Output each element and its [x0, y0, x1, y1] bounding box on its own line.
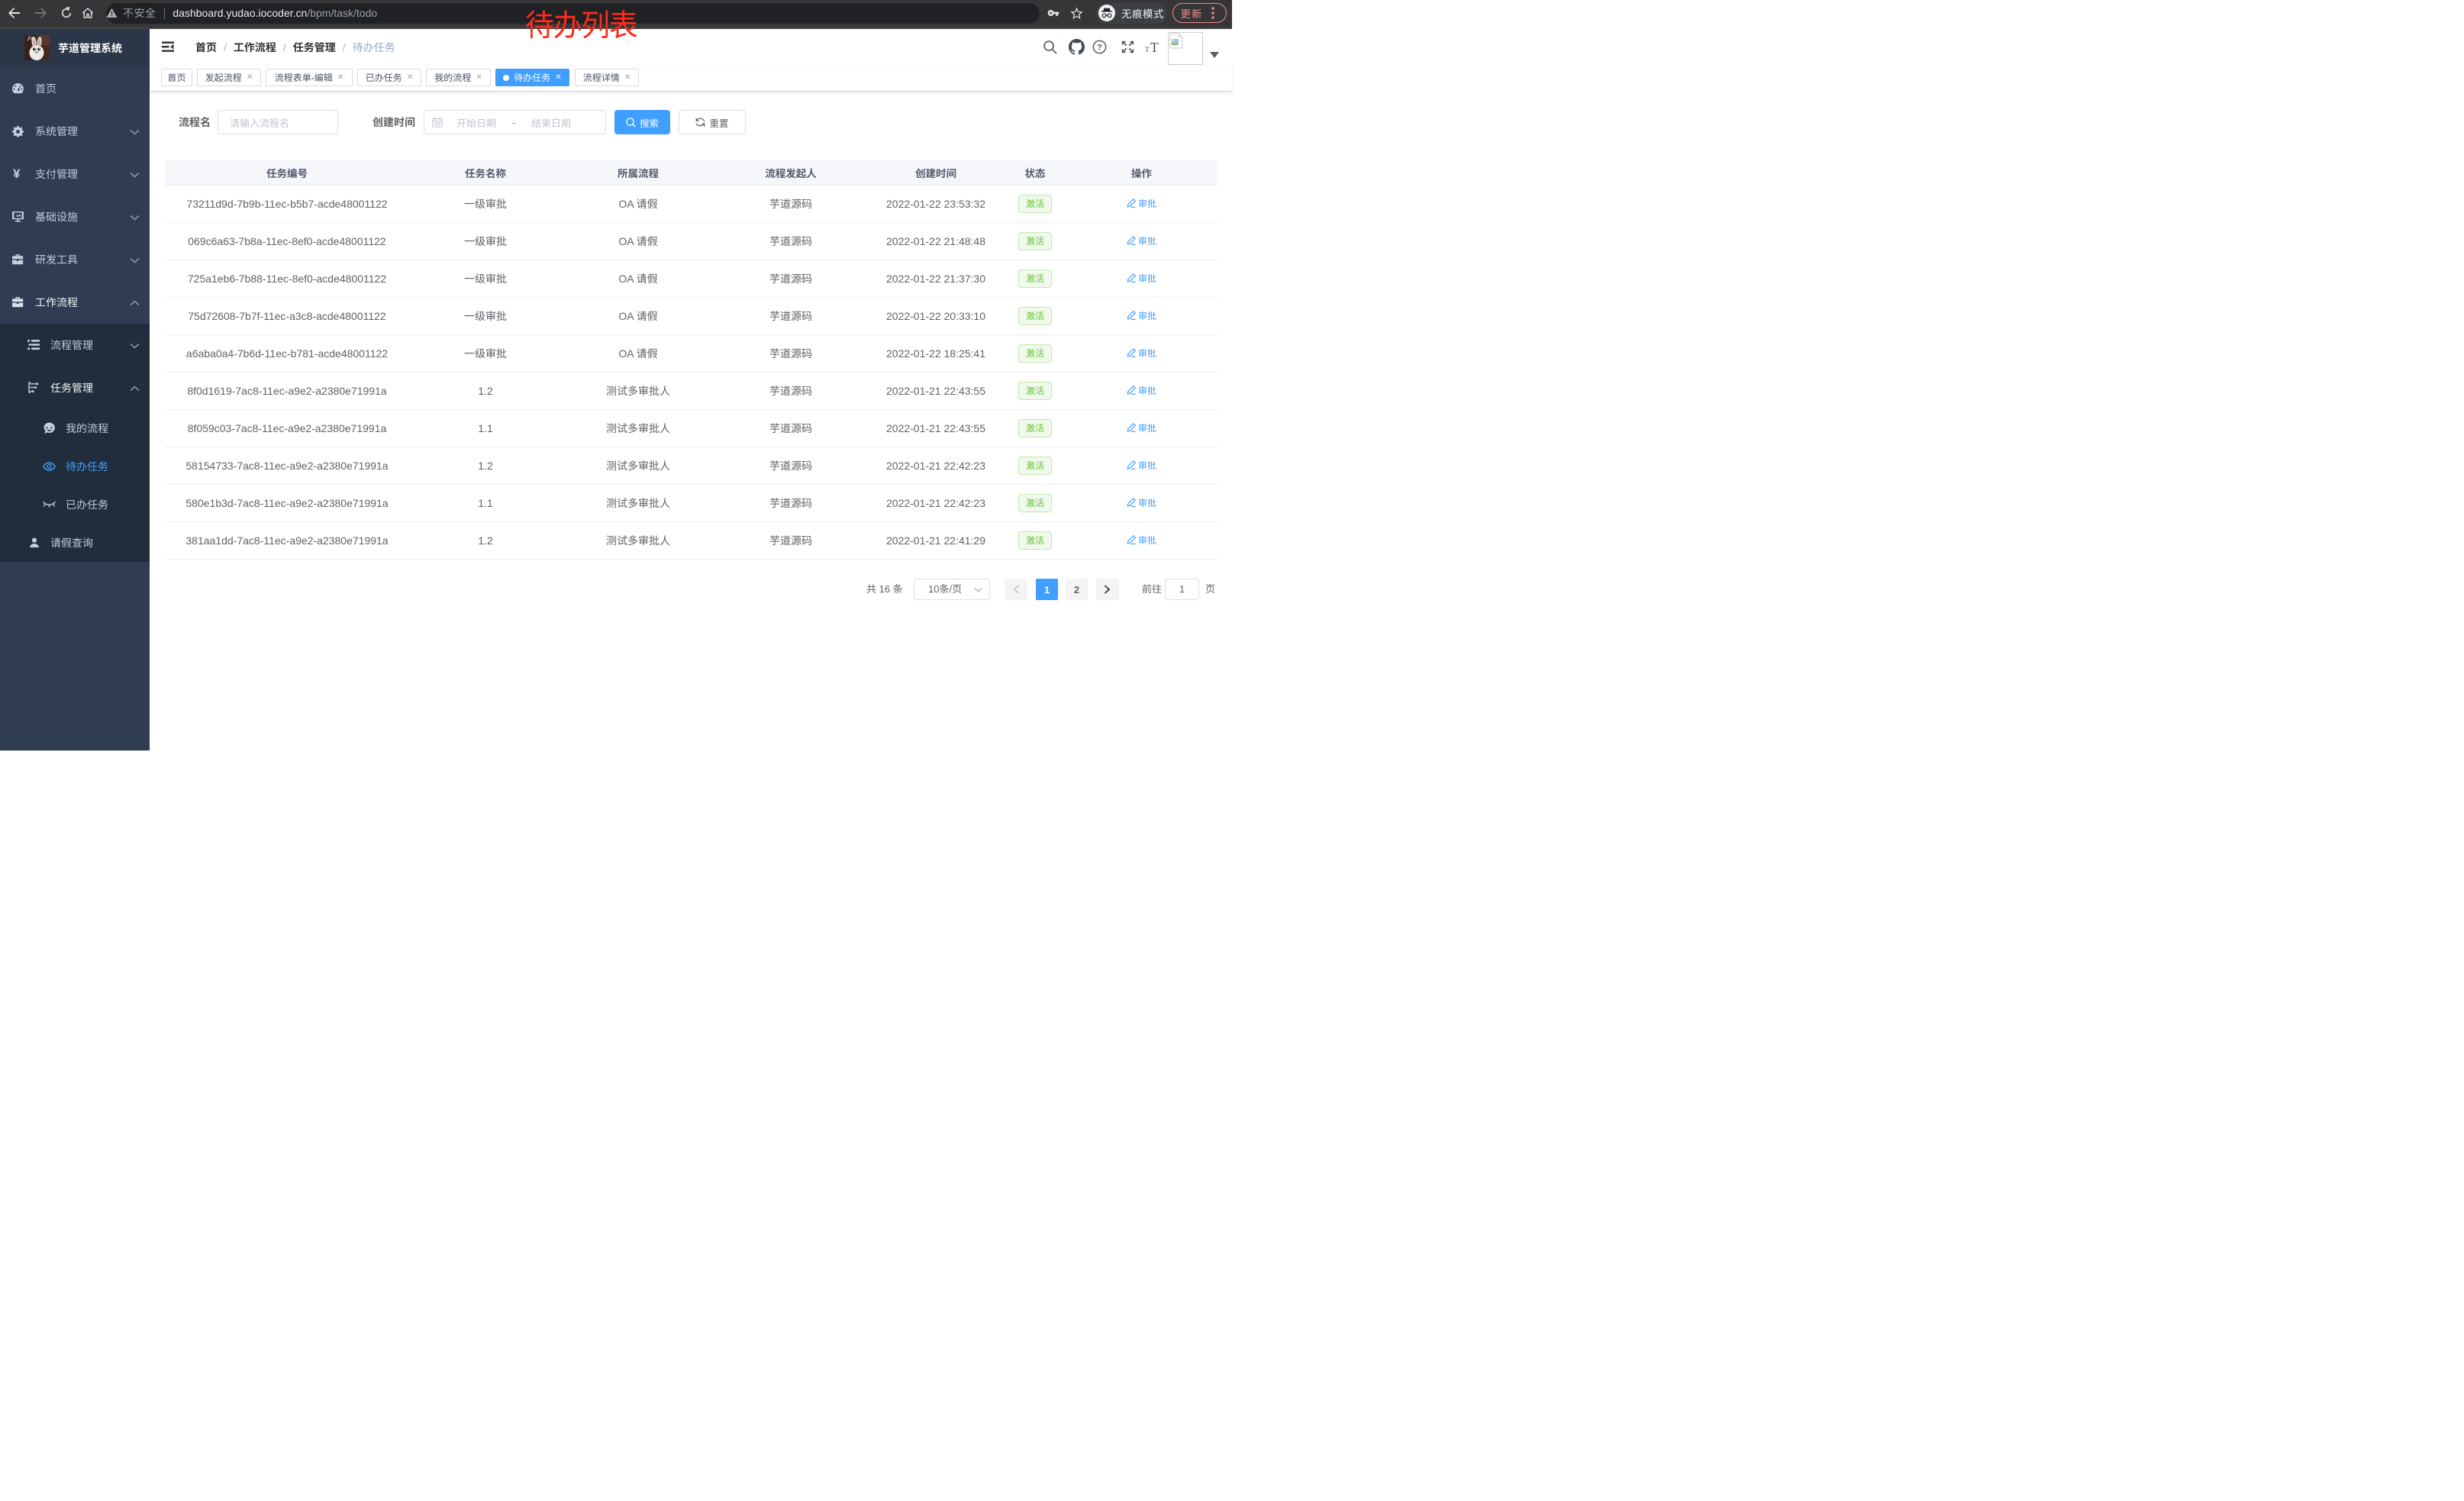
- svg-text:T: T: [1150, 40, 1159, 54]
- svg-text:T: T: [1145, 47, 1150, 54]
- svg-text:?: ?: [1097, 44, 1102, 53]
